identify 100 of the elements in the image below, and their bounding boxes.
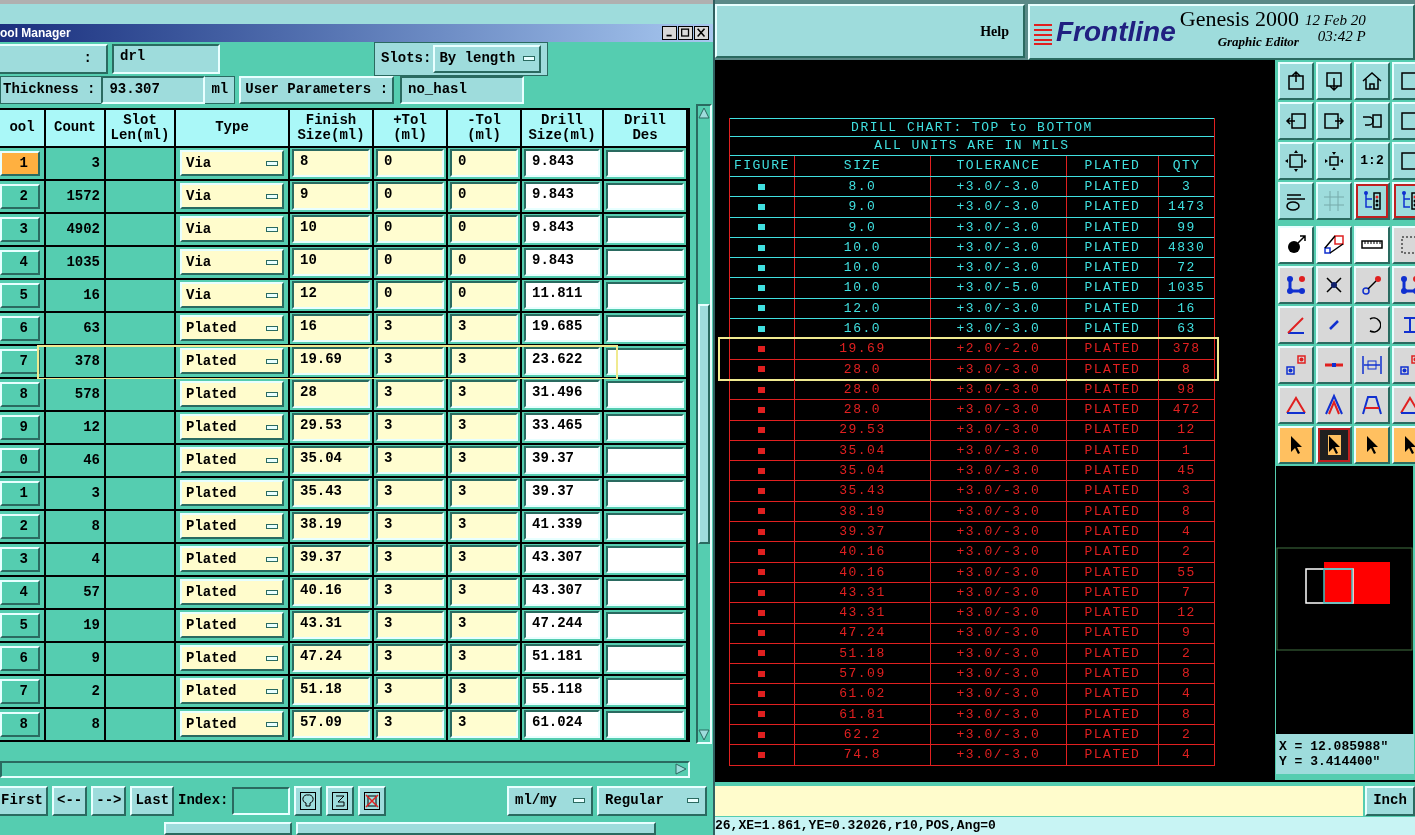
plus-tolerance-field[interactable]: 3 bbox=[376, 413, 444, 442]
minus-tolerance-field[interactable]: 3 bbox=[450, 479, 518, 508]
minus-tolerance-field[interactable]: 3 bbox=[450, 611, 518, 640]
type-dropdown[interactable]: Plated bbox=[180, 348, 284, 375]
finish-size-field[interactable]: 35.43 bbox=[292, 479, 370, 508]
minus-tolerance-field[interactable]: 0 bbox=[450, 182, 518, 211]
toolbar-button[interactable] bbox=[1354, 102, 1390, 140]
drill-size-field[interactable]: 39.37 bbox=[524, 446, 600, 475]
toolbar-button[interactable] bbox=[1278, 142, 1314, 180]
minus-tolerance-field[interactable]: 0 bbox=[450, 215, 518, 244]
plus-tolerance-field[interactable]: 0 bbox=[376, 215, 444, 244]
tool-button[interactable]: 2 bbox=[0, 513, 40, 539]
toolbar-button[interactable]: 1:2 bbox=[1354, 142, 1390, 180]
toolbar-button[interactable] bbox=[1316, 346, 1352, 384]
tool-button[interactable]: 4 bbox=[0, 579, 40, 605]
drill-des-field[interactable] bbox=[606, 182, 684, 210]
drill-size-field[interactable]: 55.118 bbox=[524, 677, 600, 706]
tool-button[interactable]: 3 bbox=[0, 216, 40, 242]
minus-tolerance-field[interactable]: 3 bbox=[450, 380, 518, 409]
type-dropdown[interactable]: Plated bbox=[180, 678, 284, 705]
plus-tolerance-field[interactable]: 0 bbox=[376, 248, 444, 277]
type-dropdown[interactable]: Via bbox=[180, 249, 284, 276]
drill-size-field[interactable]: 11.811 bbox=[524, 281, 600, 310]
type-dropdown[interactable]: Via bbox=[180, 282, 284, 309]
type-dropdown[interactable]: Plated bbox=[180, 513, 284, 540]
drill-size-field[interactable]: 9.843 bbox=[524, 149, 600, 178]
minus-tolerance-field[interactable]: 0 bbox=[450, 149, 518, 178]
minus-tolerance-field[interactable]: 3 bbox=[450, 347, 518, 376]
close-icon[interactable] bbox=[694, 25, 709, 40]
plus-tolerance-field[interactable]: 0 bbox=[376, 149, 444, 178]
units-dropdown[interactable]: ml/my bbox=[507, 785, 593, 816]
toolbar-button[interactable] bbox=[1278, 266, 1314, 304]
plus-tolerance-field[interactable]: 3 bbox=[376, 512, 444, 541]
navigation-button[interactable]: First bbox=[0, 785, 48, 816]
user-parameters-button[interactable]: User Parameters : bbox=[239, 75, 395, 104]
tool-button[interactable]: 4 bbox=[0, 249, 40, 275]
toolbar-button[interactable] bbox=[1278, 226, 1314, 264]
finish-size-field[interactable]: 35.04 bbox=[292, 446, 370, 475]
finish-size-field[interactable]: 28 bbox=[292, 380, 370, 409]
plus-tolerance-field[interactable]: 3 bbox=[376, 479, 444, 508]
tool-button[interactable]: 5 bbox=[0, 282, 40, 308]
type-dropdown[interactable]: Plated bbox=[180, 414, 284, 441]
drill-des-field[interactable] bbox=[606, 677, 684, 705]
scroll-thumb[interactable] bbox=[698, 303, 710, 544]
drill-des-field[interactable] bbox=[606, 479, 684, 507]
plus-tolerance-field[interactable]: 0 bbox=[376, 281, 444, 310]
toolbar-button[interactable] bbox=[1316, 182, 1352, 220]
user-parameters-field[interactable]: no_hasl bbox=[400, 75, 525, 104]
type-dropdown[interactable]: Plated bbox=[180, 381, 284, 408]
type-dropdown[interactable]: Plated bbox=[180, 480, 284, 507]
drill-size-field[interactable]: 19.685 bbox=[524, 314, 600, 343]
finish-size-field[interactable]: 38.19 bbox=[292, 512, 370, 541]
drill-size-field[interactable]: 51.181 bbox=[524, 644, 600, 673]
slots-dropdown[interactable]: By length bbox=[433, 44, 542, 73]
thickness-field[interactable]: 93.307 bbox=[101, 75, 206, 104]
navigation-button[interactable]: --> bbox=[91, 785, 127, 816]
drill-size-field[interactable]: 23.622 bbox=[524, 347, 600, 376]
scroll-down-icon[interactable] bbox=[698, 727, 710, 742]
plus-tolerance-field[interactable]: 3 bbox=[376, 710, 444, 739]
minus-tolerance-field[interactable]: 3 bbox=[450, 512, 518, 541]
toolbar-button[interactable] bbox=[1278, 306, 1314, 344]
toolbar-button[interactable] bbox=[1278, 346, 1314, 384]
drill-des-field[interactable] bbox=[606, 545, 684, 573]
finish-size-field[interactable]: 10 bbox=[292, 215, 370, 244]
toolbar-button[interactable] bbox=[1278, 102, 1314, 140]
tool-button[interactable]: 1 bbox=[0, 480, 40, 506]
toolbar-button[interactable] bbox=[1316, 226, 1352, 264]
minus-tolerance-field[interactable]: 3 bbox=[450, 710, 518, 739]
minus-tolerance-field[interactable]: 3 bbox=[450, 545, 518, 574]
delete-button[interactable] bbox=[358, 785, 387, 816]
type-dropdown[interactable]: Via bbox=[180, 150, 284, 177]
toolbar-button[interactable] bbox=[1278, 426, 1314, 464]
minus-tolerance-field[interactable]: 3 bbox=[450, 314, 518, 343]
drill-size-field[interactable]: 9.843 bbox=[524, 215, 600, 244]
navigation-button[interactable]: <-- bbox=[52, 785, 88, 816]
type-dropdown[interactable]: Plated bbox=[180, 447, 284, 474]
finish-size-field[interactable]: 39.37 bbox=[292, 545, 370, 574]
finish-size-field[interactable]: 19.69 bbox=[292, 347, 370, 376]
drill-des-field[interactable] bbox=[606, 248, 684, 276]
drill-des-field[interactable] bbox=[606, 446, 684, 474]
type-dropdown[interactable]: Plated bbox=[180, 579, 284, 606]
drill-des-field[interactable] bbox=[606, 512, 684, 540]
navigation-button[interactable]: Last bbox=[130, 785, 175, 816]
drill-des-field[interactable] bbox=[606, 611, 684, 639]
toolbar-button[interactable] bbox=[1354, 62, 1390, 100]
finish-size-field[interactable]: 47.24 bbox=[292, 644, 370, 673]
toolbar-button[interactable] bbox=[1316, 306, 1352, 344]
plus-tolerance-field[interactable]: 3 bbox=[376, 347, 444, 376]
type-dropdown[interactable]: Plated bbox=[180, 612, 284, 639]
toolbar-button[interactable] bbox=[1354, 386, 1390, 424]
minus-tolerance-field[interactable]: 3 bbox=[450, 413, 518, 442]
units-toggle-button[interactable]: Inch bbox=[1365, 785, 1415, 816]
finish-size-field[interactable]: 9 bbox=[292, 182, 370, 211]
vertical-scrollbar[interactable] bbox=[696, 103, 712, 744]
job-field[interactable]: drl bbox=[112, 43, 220, 74]
drill-des-field[interactable] bbox=[606, 578, 684, 606]
drill-des-field[interactable] bbox=[606, 710, 684, 738]
tool-button[interactable]: 7 bbox=[0, 348, 40, 374]
drill-size-field[interactable]: 61.024 bbox=[524, 710, 600, 739]
minus-tolerance-field[interactable]: 3 bbox=[450, 446, 518, 475]
